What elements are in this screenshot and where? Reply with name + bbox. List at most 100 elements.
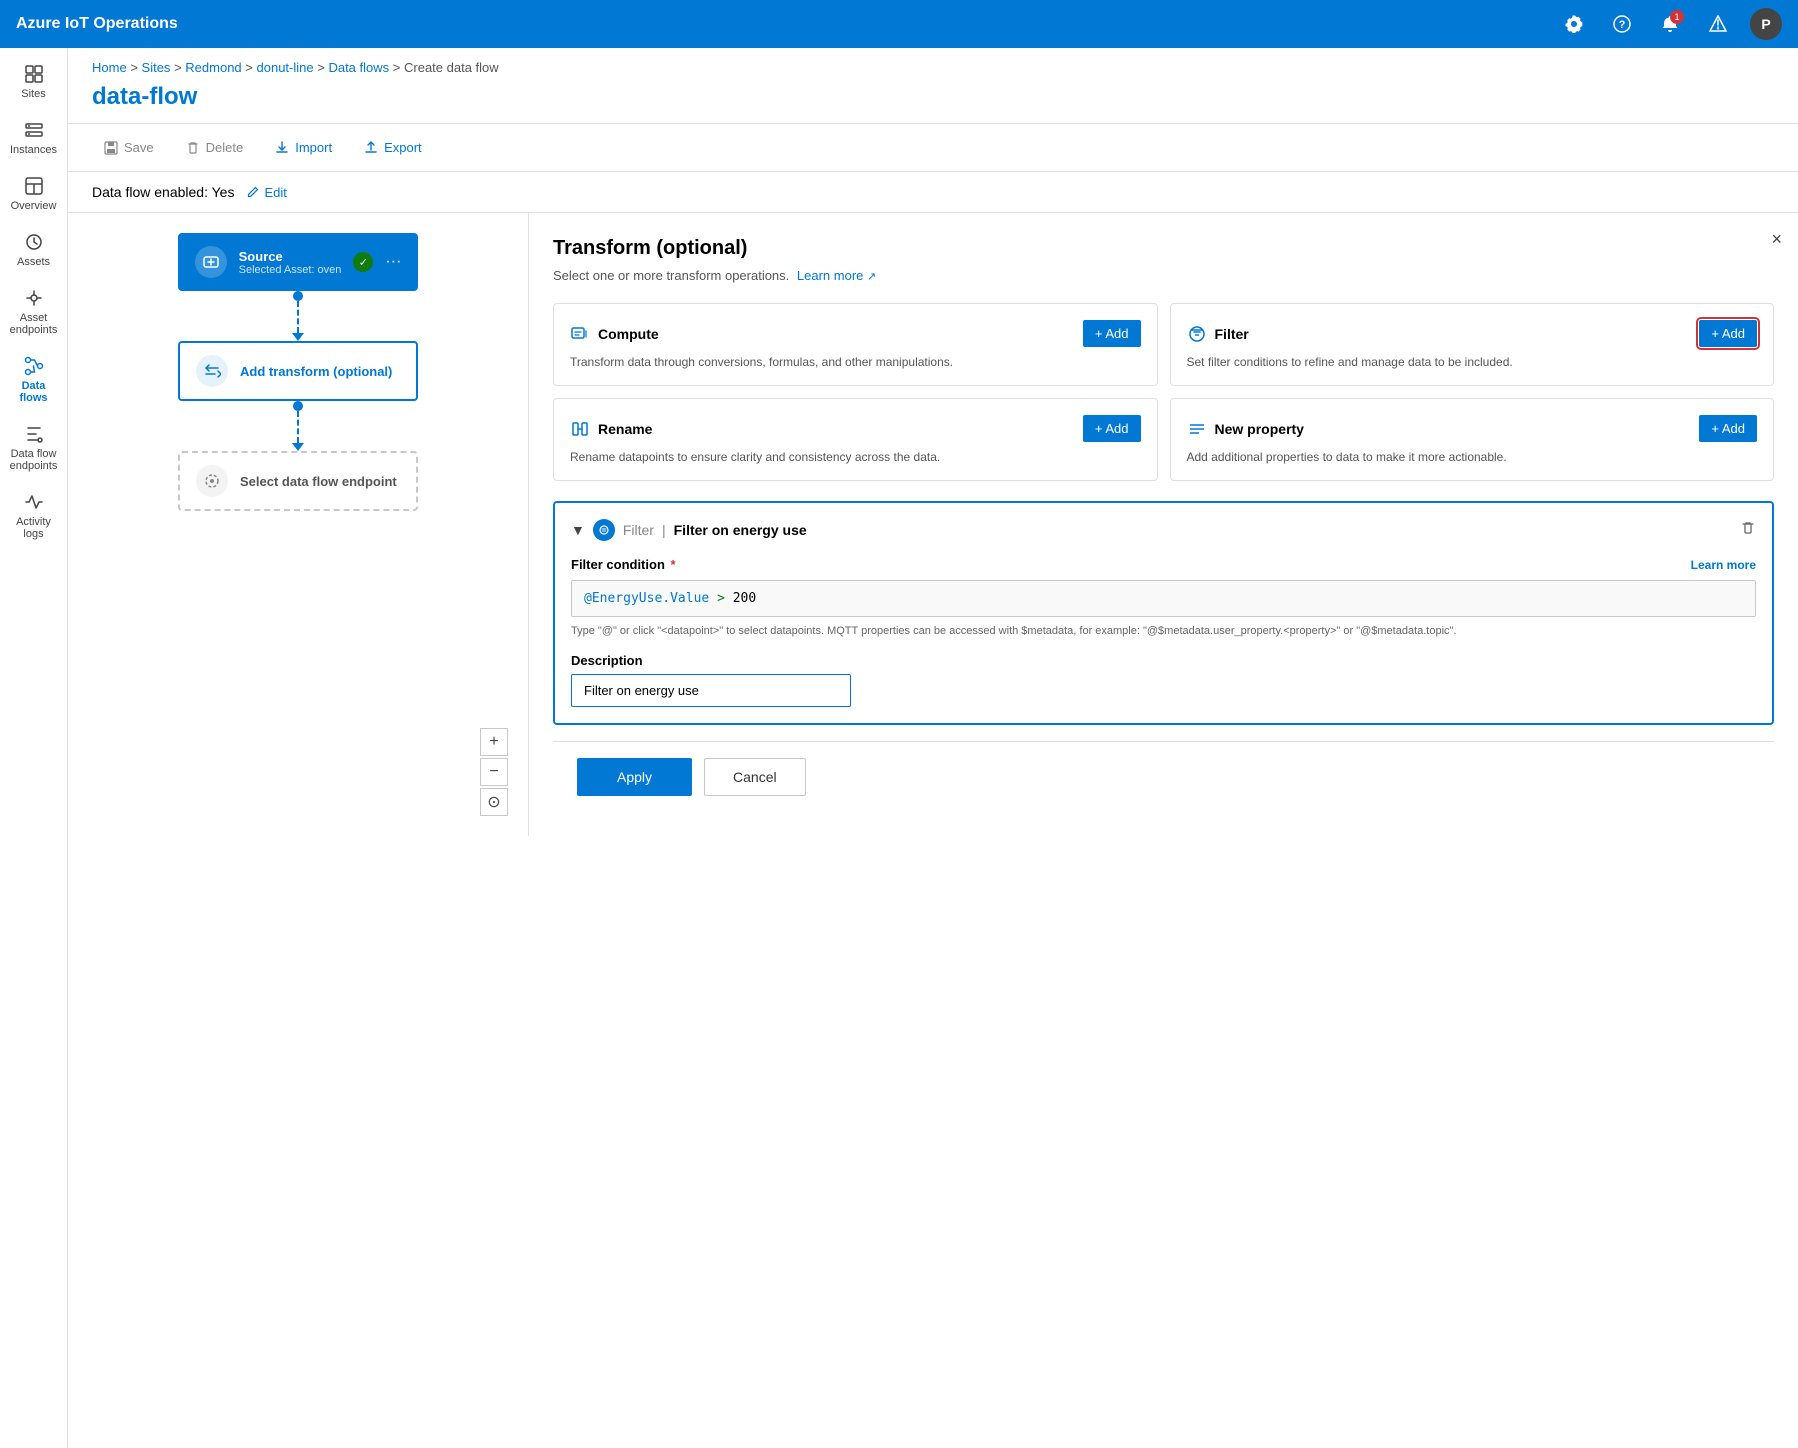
edit-button[interactable]: Edit <box>246 185 286 200</box>
zoom-in-btn[interactable]: + <box>480 728 508 756</box>
activity-icon <box>24 492 44 512</box>
zoom-reset-btn[interactable]: ⊙ <box>480 788 508 816</box>
required-star: * <box>671 557 676 572</box>
new-property-add-btn[interactable]: + Add <box>1699 415 1757 442</box>
breadcrumb-sep2: > <box>174 60 185 75</box>
assets-icon <box>24 232 44 252</box>
transform-node-icon <box>196 355 228 387</box>
cancel-button[interactable]: Cancel <box>704 758 806 796</box>
settings-icon-btn[interactable] <box>1558 8 1590 40</box>
panel-title: Transform (optional) <box>553 237 1774 260</box>
filter-add-btn[interactable]: + Add <box>1699 320 1757 347</box>
filter-delete-btn[interactable] <box>1740 520 1756 541</box>
filter-icon <box>1187 324 1207 344</box>
sidebar-item-instances[interactable]: Instances <box>4 112 64 164</box>
connector-line-1 <box>297 301 299 333</box>
breadcrumb-donut-line[interactable]: donut-line <box>257 60 314 75</box>
zoom-out-btn[interactable]: − <box>480 758 508 786</box>
sidebar-label-asset-endpoints: Asset endpoints <box>8 312 60 336</box>
sidebar-item-data-flow-endpoints[interactable]: Data flow endpoints <box>4 416 64 480</box>
breadcrumb-sites[interactable]: Sites <box>142 60 171 75</box>
filter-condition-energy-part: @EnergyUse.Value <box>584 591 709 606</box>
endpoint-node: Select data flow endpoint <box>178 451 418 511</box>
filter-desc: Set filter conditions to refine and mana… <box>1187 355 1758 369</box>
panel-subtitle: Select one or more transform operations.… <box>553 268 1774 283</box>
connector-line-2 <box>297 411 299 443</box>
delete-button[interactable]: Delete <box>174 134 256 161</box>
op-card-compute-title: Compute <box>570 324 659 344</box>
import-button[interactable]: Import <box>263 134 344 161</box>
status-bar: Data flow enabled: Yes Edit <box>68 172 1798 213</box>
rename-add-btn[interactable]: + Add <box>1083 415 1141 442</box>
breadcrumb-sep4: > <box>317 60 328 75</box>
compute-desc: Transform data through conversions, form… <box>570 355 1141 369</box>
source-menu-btn[interactable]: ··· <box>385 253 401 271</box>
top-nav: Azure IoT Operations ? 1 P <box>0 0 1798 48</box>
alert-icon-btn[interactable] <box>1702 8 1734 40</box>
instances-icon <box>24 120 44 140</box>
import-icon <box>275 141 289 155</box>
filter-body: Filter condition * Learn more @EnergyUse… <box>571 557 1756 707</box>
description-input[interactable] <box>571 674 851 707</box>
new-property-desc: Add additional properties to data to mak… <box>1187 450 1758 464</box>
connector-1 <box>292 291 304 341</box>
new-property-icon <box>1187 419 1207 439</box>
op-card-new-property-title: New property <box>1187 419 1304 439</box>
sidebar-label-data-flows: Data flows <box>8 380 60 404</box>
page-content: Home > Sites > Redmond > donut-line > Da… <box>68 48 1798 1448</box>
description-label: Description <box>571 653 1756 668</box>
notification-icon-btn[interactable]: 1 <box>1654 8 1686 40</box>
endpoint-icon <box>203 472 221 490</box>
overview-icon <box>24 176 44 196</box>
toolbar: Save Delete Import <box>68 123 1798 172</box>
op-card-new-property: New property + Add Add additional proper… <box>1170 398 1775 481</box>
sidebar-item-sites[interactable]: Sites <box>4 56 64 108</box>
sidebar-item-overview[interactable]: Overview <box>4 168 64 220</box>
user-avatar[interactable]: P <box>1750 8 1782 40</box>
connector-2 <box>292 401 304 451</box>
op-card-filter-header: Filter + Add <box>1187 320 1758 347</box>
sidebar-item-activity-logs[interactable]: Activity logs <box>4 484 64 548</box>
sidebar-item-assets[interactable]: Assets <box>4 224 64 276</box>
panel-close-button[interactable]: × <box>1771 229 1782 250</box>
sidebar-item-asset-endpoints[interactable]: Asset endpoints <box>4 280 64 344</box>
source-node-sub: Selected Asset: oven <box>239 264 342 276</box>
apply-button[interactable]: Apply <box>577 758 692 796</box>
sidebar-label-data-flow-endpoints: Data flow endpoints <box>8 448 60 472</box>
breadcrumb-data-flows[interactable]: Data flows <box>328 60 389 75</box>
filter-pipe: | <box>662 522 666 538</box>
filter-condition-input[interactable]: @EnergyUse.Value > 200 <box>571 580 1756 617</box>
rename-desc: Rename datapoints to ensure clarity and … <box>570 450 1141 464</box>
sidebar-label-sites: Sites <box>21 88 45 100</box>
grid-icon <box>24 64 44 84</box>
flow-endpoints-icon <box>24 424 44 444</box>
save-button[interactable]: Save <box>92 134 166 161</box>
compute-add-btn[interactable]: + Add <box>1083 320 1141 347</box>
delete-icon <box>186 141 200 155</box>
filter-learn-more-link[interactable]: Learn more <box>1691 558 1756 572</box>
gear-icon <box>1565 15 1583 33</box>
learn-more-link-panel[interactable]: Learn more <box>797 268 863 283</box>
flow-enabled-status: Data flow enabled: Yes <box>92 184 234 200</box>
endpoint-node-box[interactable]: Select data flow endpoint <box>178 451 418 511</box>
transform-node-box[interactable]: Add transform (optional) <box>178 341 418 401</box>
sidebar-label-overview: Overview <box>11 200 57 212</box>
source-check-icon: ✓ <box>353 252 373 272</box>
filter-chevron-icon[interactable]: ▼ <box>571 522 585 538</box>
zoom-controls: + − ⊙ <box>480 728 508 816</box>
save-icon <box>104 141 118 155</box>
transform-node-text: Add transform (optional) <box>240 364 400 379</box>
breadcrumb-home[interactable]: Home <box>92 60 127 75</box>
sidebar-label-activity-logs: Activity logs <box>8 516 60 540</box>
breadcrumb-redmond[interactable]: Redmond <box>185 60 241 75</box>
source-node-title: Source <box>239 249 342 264</box>
filter-condition-label-row: Filter condition * Learn more <box>571 557 1756 572</box>
import-label: Import <box>295 140 332 155</box>
export-button[interactable]: Export <box>352 134 434 161</box>
sidebar-item-data-flows[interactable]: Data flows <box>4 348 64 412</box>
source-node-icon <box>195 246 227 278</box>
filter-header-left: ▼ Filter | Filter on energy use <box>571 519 807 541</box>
filter-section: ▼ Filter | Filter on energy use <box>553 501 1774 725</box>
source-node-box[interactable]: Source Selected Asset: oven ✓ ··· <box>178 233 419 291</box>
help-icon-btn[interactable]: ? <box>1606 8 1638 40</box>
